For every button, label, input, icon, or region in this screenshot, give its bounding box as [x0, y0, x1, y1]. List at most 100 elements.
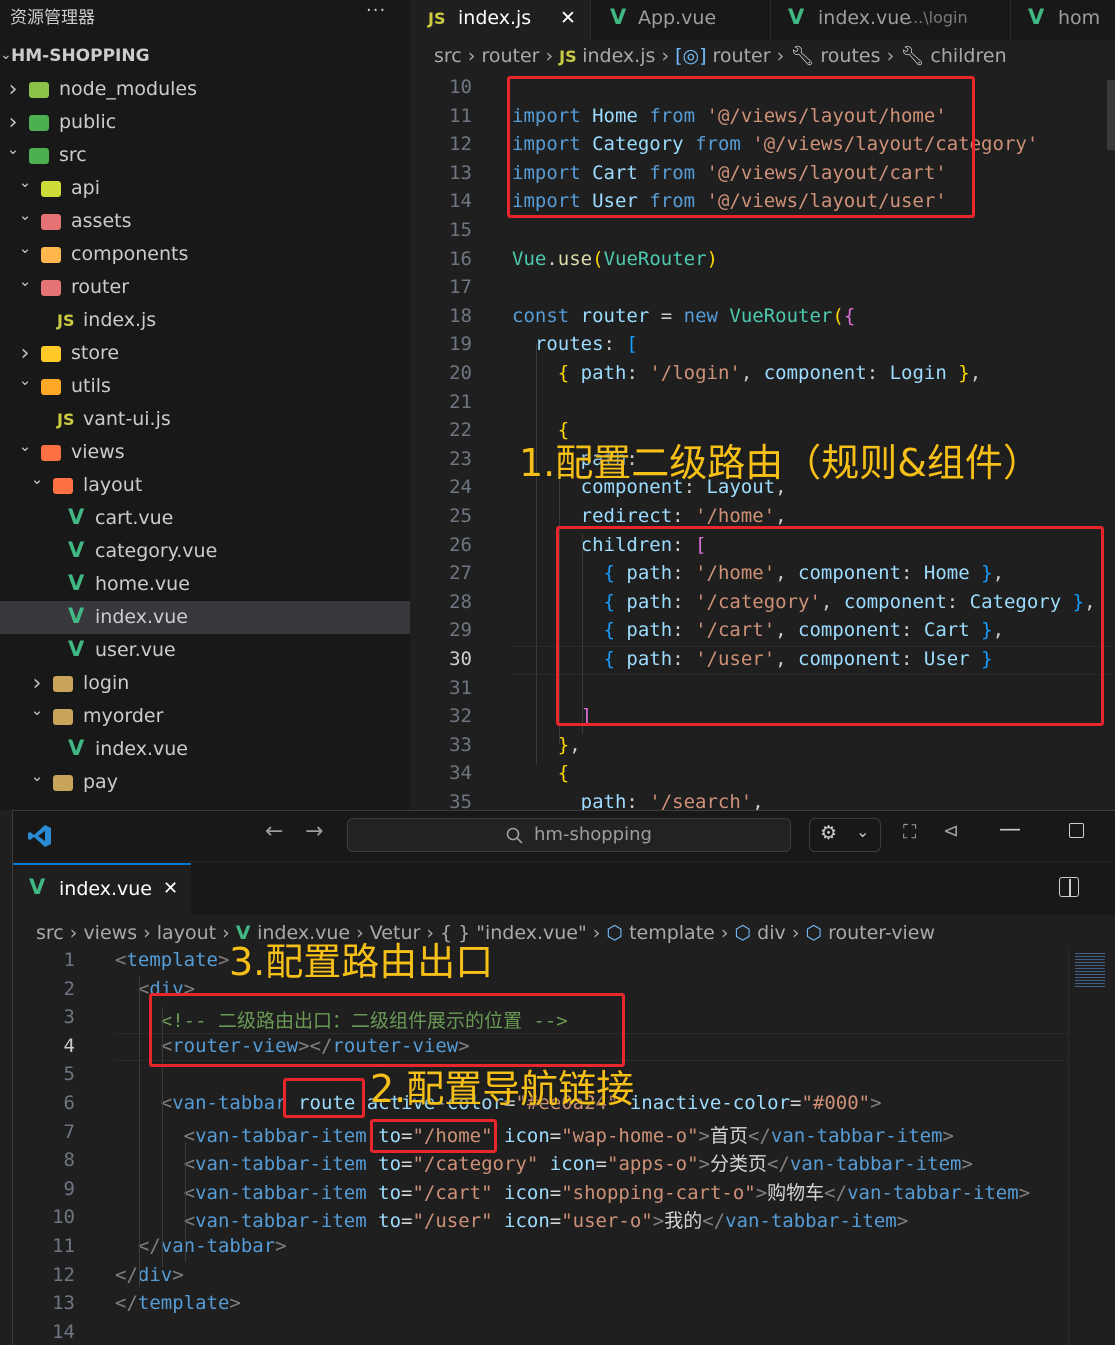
tree-folder[interactable]: ⌄ src: [0, 139, 410, 172]
bottom-editor-tabs: V index.vue ✕: [13, 863, 1115, 915]
code-token: van-tabbar-item: [195, 1153, 367, 1176]
chevron-down-icon[interactable]: ⌄: [29, 760, 45, 793]
line-number: 24: [449, 476, 472, 499]
code-token: template: [126, 949, 218, 971]
tab-label: App.vue: [638, 7, 717, 29]
vue-file-icon: V: [1028, 5, 1045, 29]
scrollbar[interactable]: [1107, 80, 1115, 150]
breadcrumb-item[interactable]: children: [930, 45, 1006, 67]
minimap[interactable]: [1068, 947, 1115, 1345]
project-header[interactable]: ⌄ HM-SHOPPING: [0, 40, 410, 73]
line-number: 7: [63, 1120, 75, 1143]
tree-folder[interactable]: ⌄ assets: [0, 205, 410, 238]
chevron-down-icon[interactable]: ⌄: [29, 463, 45, 496]
chevron-down-icon[interactable]: ⌄: [5, 133, 21, 166]
tree-folder[interactable]: ⌄ utils: [0, 370, 410, 403]
maximize-icon[interactable]: [1069, 823, 1084, 838]
code-token: ,: [569, 733, 581, 756]
tab-index-vue[interactable]: V index.vue ✕: [13, 863, 191, 915]
line-number: 14: [52, 1320, 75, 1343]
code-line: <van-tabbar-item to="/home" icon="wap-ho…: [115, 1121, 954, 1148]
tree-file[interactable]: Vcategory.vue: [0, 535, 410, 568]
vscode-logo-icon: [28, 825, 51, 847]
tree-file[interactable]: JS index.js: [0, 304, 410, 337]
tree-file[interactable]: Vcart.vue: [0, 502, 410, 535]
tree-folder[interactable]: › login: [0, 667, 410, 700]
code-token: >: [755, 1181, 768, 1204]
tree-folder[interactable]: › node_modules: [0, 73, 410, 106]
tree-file[interactable]: Vuser.vue: [0, 634, 410, 667]
forward-arrow-icon[interactable]: →: [305, 819, 323, 844]
breadcrumb-item[interactable]: src: [36, 922, 64, 944]
chevron-right-icon[interactable]: ›: [5, 73, 21, 106]
close-icon[interactable]: ✕: [560, 0, 576, 36]
tree-folder[interactable]: ⌄ myorder: [0, 700, 410, 733]
chevron-down-icon[interactable]: ⌄: [29, 694, 45, 727]
breadcrumb-item[interactable]: div: [757, 922, 786, 944]
tree-file[interactable]: Vhome.vue: [0, 568, 410, 601]
tree-folder[interactable]: ⌄ layout: [0, 469, 410, 502]
code-token: icon: [504, 1181, 550, 1204]
pin-icon[interactable]: ⊲: [943, 820, 959, 842]
breadcrumb-item[interactable]: layout: [157, 922, 216, 944]
back-arrow-icon[interactable]: ←: [265, 819, 283, 844]
search-icon: [506, 827, 523, 844]
copilot-button[interactable]: ⚙︎ ⌄: [809, 818, 881, 852]
tree-file[interactable]: Vindex.vue: [0, 733, 410, 766]
chevron-down-icon[interactable]: ⌄: [17, 199, 33, 232]
close-icon[interactable]: ✕: [163, 878, 178, 899]
code-token: van-tabbar-item: [195, 1181, 367, 1204]
children-highlight-box: [556, 526, 1104, 726]
chevron-down-icon[interactable]: ⌄: [17, 166, 33, 199]
tree-folder[interactable]: › public: [0, 106, 410, 139]
layout-icon[interactable]: ⛶: [903, 821, 916, 843]
tree-item-label: category.vue: [95, 540, 218, 562]
tree-folder[interactable]: ⌄ api: [0, 172, 410, 205]
breadcrumb-item[interactable]: template: [629, 922, 715, 944]
minimap-content: [1075, 953, 1105, 987]
project-name: HM-SHOPPING: [11, 46, 150, 66]
tree-file[interactable]: Vindex.vue: [0, 601, 410, 634]
tab-index-js[interactable]: JS index.js ✕: [410, 0, 591, 40]
tree-file[interactable]: JS vant-ui.js: [0, 403, 410, 436]
chevron-down-icon[interactable]: ⌄: [17, 430, 33, 463]
line-number: 27: [449, 562, 472, 585]
code-token: :: [603, 333, 627, 356]
breadcrumb-item[interactable]: src: [434, 45, 462, 67]
breadcrumb-item[interactable]: index.js: [582, 45, 655, 67]
more-actions-button[interactable]: ···: [366, 0, 386, 21]
breadcrumb-item[interactable]: views: [83, 922, 137, 944]
tree-item-label: home.vue: [95, 573, 190, 595]
tree-folder[interactable]: › store: [0, 337, 410, 370]
command-center-search[interactable]: hm-shopping: [347, 818, 791, 852]
line-number: 11: [52, 1235, 75, 1257]
chevron-down-icon[interactable]: ⌄: [17, 364, 33, 397]
tab-home-vue[interactable]: V hom: [1010, 0, 1115, 40]
code-token: template: [137, 1292, 230, 1315]
minimize-icon[interactable]: —: [999, 817, 1021, 842]
code-line: },: [512, 734, 581, 756]
tab-app-vue[interactable]: V App.vue: [590, 0, 771, 40]
breadcrumb-item[interactable]: router-view: [828, 922, 935, 944]
code-token: routes: [534, 333, 604, 356]
line-number: 26: [449, 533, 472, 556]
code-line: </template>: [115, 1292, 241, 1314]
tree-folder[interactable]: ⌄ components: [0, 238, 410, 271]
breadcrumb-item[interactable]: router: [713, 45, 771, 67]
breadcrumb-item[interactable]: routes: [820, 45, 880, 67]
tree-folder[interactable]: ⌄ router: [0, 271, 410, 304]
chevron-right-icon: ›: [143, 922, 157, 944]
indent-guide: [139, 977, 140, 1287]
tab-index-vue-login[interactable]: V index.vue ...\login: [770, 0, 1011, 40]
code-token: path: [580, 791, 627, 810]
code-token: Vue: [512, 247, 547, 270]
tree-folder[interactable]: ⌄ pay: [0, 766, 410, 799]
breadcrumb-item[interactable]: router: [481, 45, 539, 67]
tab-label: index.js: [458, 7, 532, 29]
tree-folder[interactable]: ⌄ views: [0, 436, 410, 469]
chevron-down-icon[interactable]: ⌄: [17, 265, 33, 298]
chevron-down-icon[interactable]: ⌄: [17, 232, 33, 265]
